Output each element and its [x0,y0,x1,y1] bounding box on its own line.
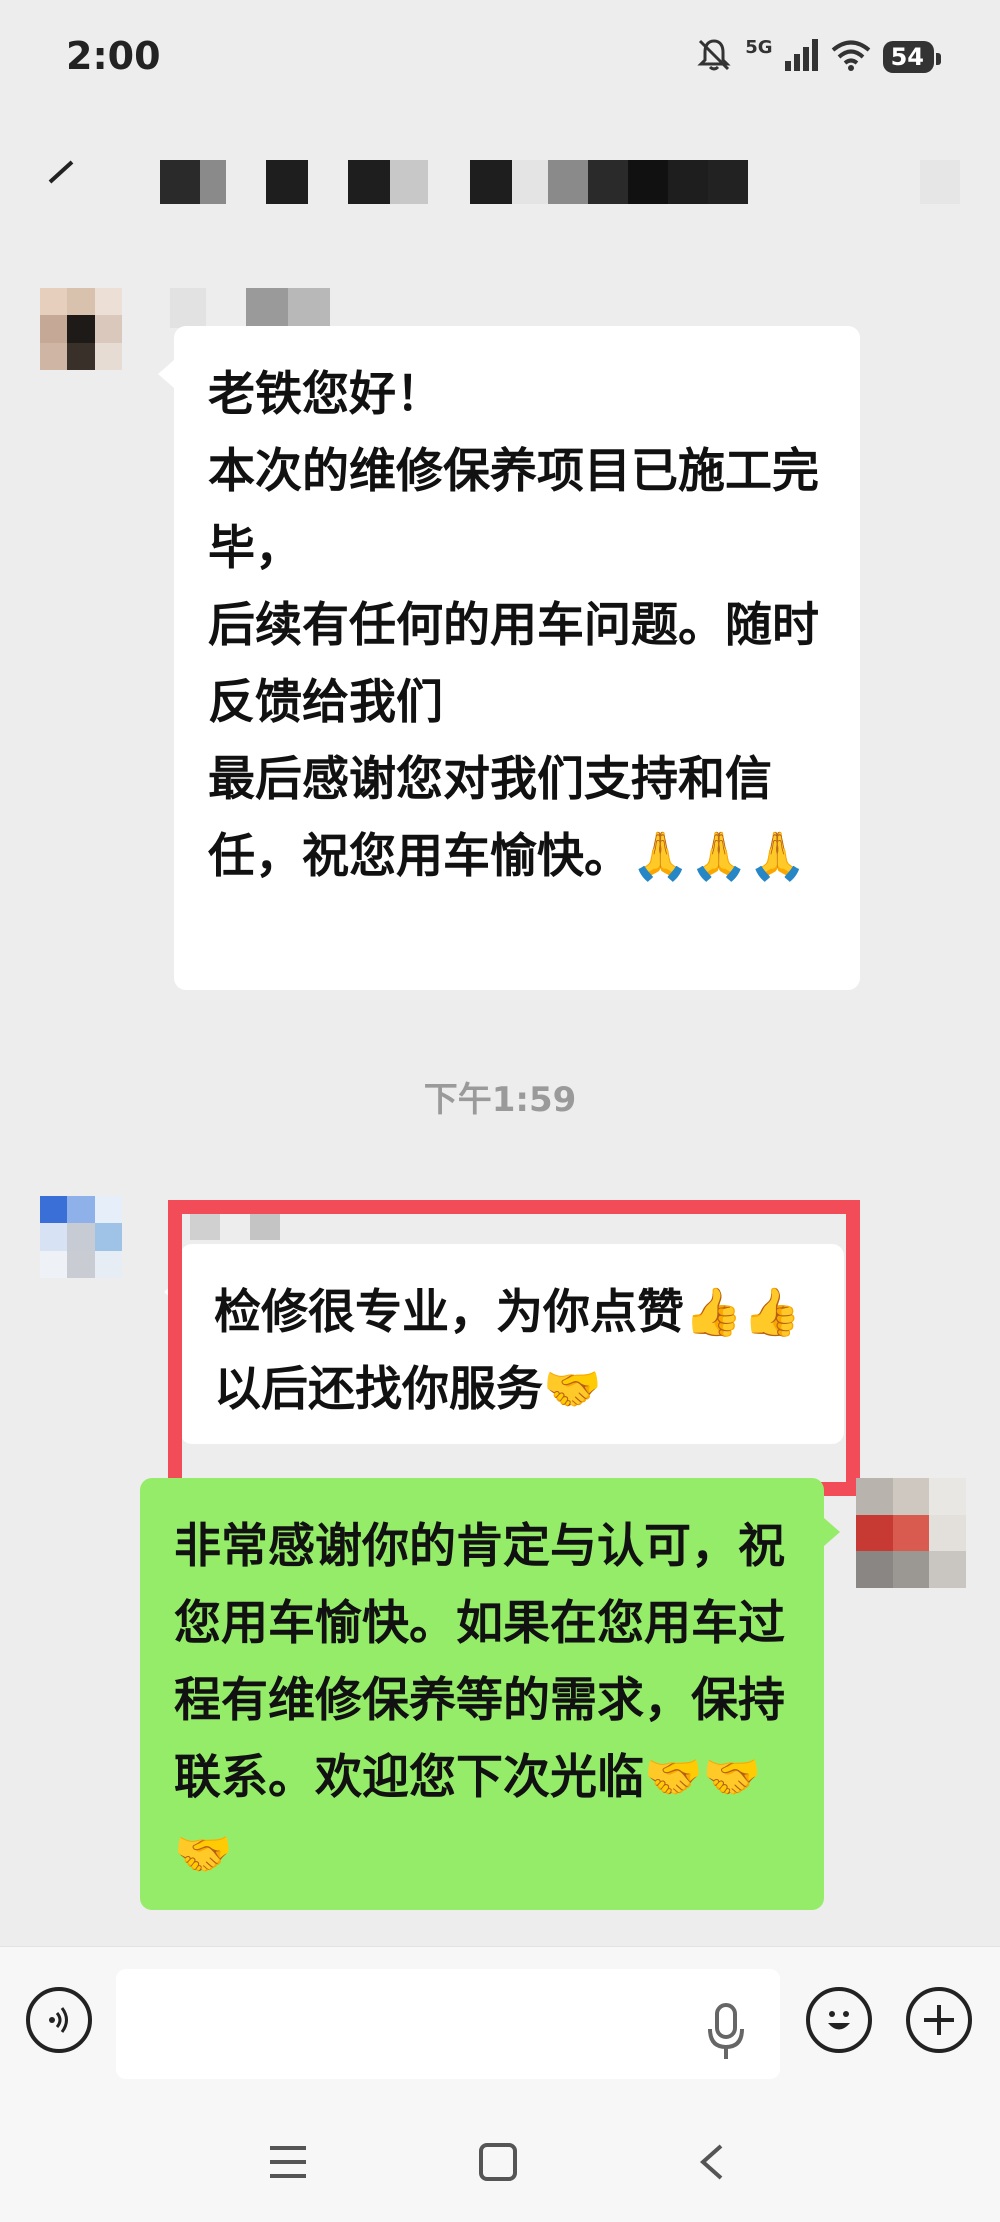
signal-icon [784,39,819,75]
wifi-icon [831,39,871,75]
message-bubble-outgoing[interactable]: 非常感谢你的肯定与认可，祝您用车愉快。如果在您用车过程有维修保养等的需求，保持联… [140,1478,840,1910]
message-bubble-incoming[interactable]: 老铁您好！ 本次的维修保养项目已施工完毕， 后续有任何的用车问题。随时反馈给我们… [158,326,860,990]
home-icon[interactable] [458,2122,538,2202]
back-arrow-icon[interactable] [46,150,76,196]
voice-mode-icon[interactable] [26,1987,92,2053]
network-type: 5G [745,36,773,58]
battery-indicator: 54 [882,41,942,73]
plus-icon[interactable] [906,1987,972,2053]
avatar[interactable] [40,288,122,370]
highlight-frame [168,1200,860,1496]
status-bar: 2:00 5G 54 [0,0,1000,110]
emoji-icon[interactable] [806,1987,872,2053]
chat-title-redacted [160,160,748,204]
back-icon[interactable] [672,2122,752,2202]
message-input[interactable] [116,1969,780,2079]
microphone-icon[interactable] [706,2001,746,2061]
header-more-placeholder[interactable] [920,160,960,204]
system-nav-bar [0,2086,1000,2222]
avatar[interactable] [856,1478,966,1588]
mute-bell-icon [695,36,733,78]
menu-icon[interactable] [248,2122,328,2202]
status-time: 2:00 [66,34,161,78]
message-timestamp: 下午1:59 [423,1080,577,1120]
input-bar [0,1946,1000,2086]
sender-name-redacted [170,288,330,328]
status-icons: 5G 54 [695,36,942,78]
chat-header [0,110,1000,260]
avatar[interactable] [40,1196,122,1278]
